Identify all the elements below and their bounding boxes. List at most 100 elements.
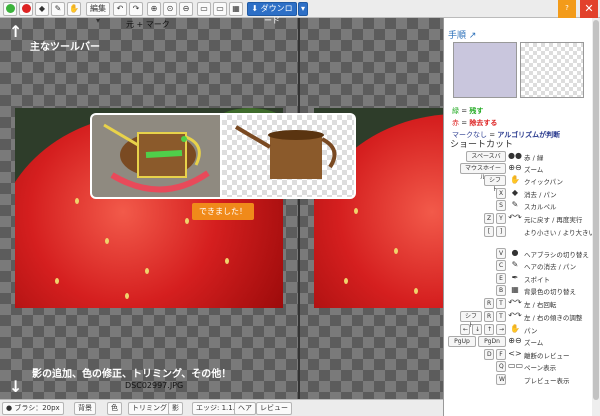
seed: [55, 278, 59, 284]
hair-button[interactable]: ヘア: [234, 402, 256, 415]
grid-button[interactable]: ▦: [229, 2, 243, 16]
shortcut-icon: ●: [511, 248, 519, 257]
shortcut-icon: ↶↷: [508, 311, 522, 320]
shortcut-icon: ◆: [511, 188, 519, 197]
seed: [414, 288, 418, 294]
undo-button[interactable]: ↶: [113, 2, 127, 16]
scalpel-button[interactable]: ✎: [51, 2, 65, 16]
shortcut-row: Q ▭▭ ペーン表示: [448, 361, 588, 373]
color-button[interactable]: 色: [107, 402, 122, 415]
shortcut-icon: ✒: [511, 273, 519, 282]
sidebar-scrollbar[interactable]: [592, 18, 600, 416]
shortcut-key: D: [484, 349, 494, 360]
trimming-button[interactable]: トリミング: [128, 402, 171, 415]
shortcut-description: 背景色の切り替え: [524, 288, 576, 296]
cutout-example-pane: [222, 115, 354, 197]
zoom-in-icon: ⊕: [150, 4, 158, 13]
shortcut-icon: ↶↷: [508, 213, 522, 222]
single-pane-button[interactable]: ▭: [197, 2, 211, 16]
shortcut-icon: ⊕⊖: [508, 163, 522, 172]
background-button[interactable]: 背景: [74, 402, 96, 415]
shortcut-row: C ✎ ヘアの消去 / パン: [448, 260, 588, 272]
example-popup: [90, 113, 356, 199]
shortcut-key: Q: [496, 361, 506, 372]
hand-icon: ✋: [69, 4, 79, 13]
zoom-fit-button[interactable]: ⊙: [163, 2, 177, 16]
redo-button[interactable]: ↷: [129, 2, 143, 16]
brush-size-button[interactable]: ● ブラシ：20px: [2, 402, 64, 415]
sidebar-title: 手順 ↗: [448, 31, 477, 41]
shortcut-row: B ▦ 背景色の切り替え: [448, 285, 588, 297]
shortcut-key: シフト: [460, 311, 482, 329]
shortcut-row: PgDn PgUp ⊕⊖ ズーム: [448, 336, 588, 348]
shortcut-row: T R シフト ↶↷ 左 / 右の傾きの調整: [448, 311, 588, 329]
shortcut-description: ズーム: [524, 166, 544, 174]
seed: [125, 293, 129, 299]
shortcut-row: E ✒ スポイト: [448, 273, 588, 285]
shortcut-row: T R ↶↷ 左 / 右回転: [448, 298, 588, 310]
zoom-out-button[interactable]: ⊖: [179, 2, 193, 16]
shortcut-icon: ✎: [511, 200, 519, 209]
seed: [145, 268, 149, 274]
shortcut-icon: <>: [508, 349, 522, 358]
help-button[interactable]: ?: [558, 0, 576, 18]
shortcut-row: V ● ヘアブラシの切り替え: [448, 248, 589, 260]
pan-button[interactable]: ✋: [67, 2, 81, 16]
shortcut-key: V: [496, 248, 506, 259]
green-marker-icon: [5, 4, 15, 13]
scalpel-icon: ✎: [54, 4, 62, 13]
dual-pane-button[interactable]: ▭: [213, 2, 227, 16]
shortcut-key: T: [496, 298, 506, 309]
shortcut-key: R: [484, 298, 494, 309]
shortcut-key: PgDn: [478, 336, 506, 347]
bottom-toolbar: ● ブラシ：20px 背景 色 トリミング 影 エッジ: 1.1.0 ヘア レビ…: [0, 399, 443, 416]
done-button[interactable]: できました！: [192, 203, 254, 220]
watering-can-cutout: [234, 125, 337, 179]
marked-example-pane: [92, 115, 220, 197]
shortcut-icon: ✋: [510, 175, 520, 184]
close-button[interactable]: ✕: [580, 0, 598, 18]
shortcut-key: F: [496, 349, 506, 360]
arrow-down-icon: ↓: [9, 377, 23, 396]
download-button[interactable]: ⬇ ダウンロード: [247, 2, 297, 25]
shadow-button[interactable]: 影: [168, 402, 183, 415]
external-link-icon[interactable]: ↗: [469, 31, 477, 41]
shortcut-row: ][より小さい / より大きいブラシ: [448, 226, 600, 238]
shortcut-icon: ▭▭: [508, 361, 524, 370]
zoom-in-button[interactable]: ⊕: [147, 2, 161, 16]
filename-label: DSC02997.JPG: [125, 381, 184, 390]
dual-pane-icon: ▭: [216, 4, 224, 13]
shortcut-row: スペースバー●●赤 / 緑: [448, 151, 588, 169]
scrollbar-thumb[interactable]: [593, 20, 599, 400]
legend-green: 緑 = 残す: [452, 107, 484, 115]
shortcut-key: マウスホイール: [460, 163, 506, 181]
zoom-fit-icon: ⊙: [166, 4, 174, 13]
shortcut-description: ヘアの消去 / パン: [524, 263, 577, 271]
download-dropdown-button[interactable]: ▾: [298, 2, 308, 16]
shortcut-key: ]: [496, 226, 506, 237]
redo-icon: ↷: [132, 4, 140, 13]
shortcut-description: 左 / 右回転: [524, 301, 557, 309]
pane-divider[interactable]: [298, 18, 300, 399]
shortcut-icon: ●●: [508, 151, 522, 160]
edit-menu-button[interactable]: 編集 ▾: [86, 2, 110, 25]
legend-red: 赤 = 除去する: [452, 119, 498, 127]
green-marker-button[interactable]: [3, 2, 17, 16]
shortcut-key: T: [496, 311, 506, 322]
review-button[interactable]: レビュー: [256, 402, 292, 415]
shortcut-icon: ⊕⊖: [508, 336, 522, 345]
shortcut-description: 赤 / 緑: [524, 154, 544, 162]
red-marker-button[interactable]: [19, 2, 33, 16]
shortcut-key: →: [496, 324, 506, 335]
instruction-image-result: [520, 42, 584, 98]
shortcut-key: シフト: [484, 175, 506, 193]
shortcut-description: 元に戻す / 再度実行: [524, 216, 583, 224]
single-pane-icon: ▭: [200, 4, 208, 13]
shortcut-row: → ↑ ↓ ← ✋ パン: [448, 324, 588, 336]
shortcut-description: 左 / 右の傾きの調整: [524, 314, 583, 322]
eraser-button[interactable]: ◆: [35, 2, 49, 16]
instruction-image-marked: [453, 42, 517, 98]
zoom-out-icon: ⊖: [182, 4, 190, 13]
shortcut-row: X ◆ 消去 / パン: [448, 188, 588, 200]
shortcut-key: Z: [484, 213, 494, 224]
